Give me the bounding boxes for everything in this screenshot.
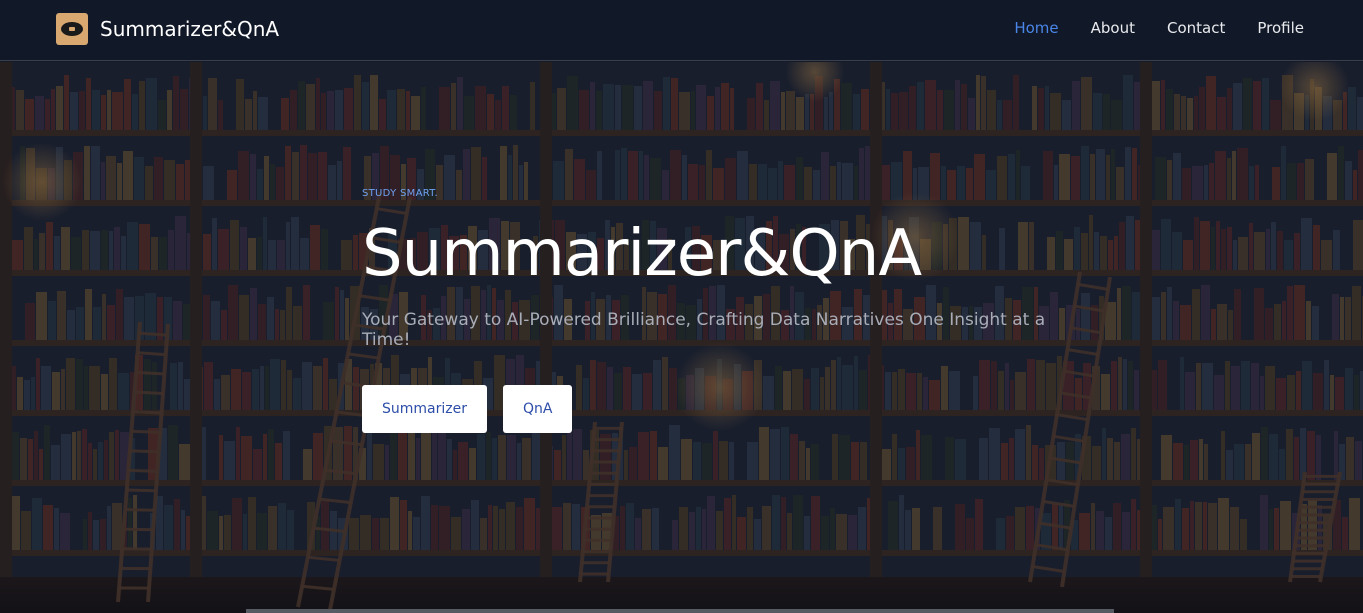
hero-content: STUDY SMART. Summarizer&QnA Your Gateway… bbox=[362, 188, 1062, 434]
nav-link-home[interactable]: Home bbox=[1014, 19, 1058, 37]
hero-eyebrow: STUDY SMART. bbox=[362, 188, 438, 199]
hero-subtitle: Your Gateway to AI-Powered Brilliance, C… bbox=[362, 310, 1046, 351]
hero-buttons: Summarizer QnA bbox=[362, 385, 1062, 434]
nav-link-contact[interactable]: Contact bbox=[1167, 19, 1225, 37]
qna-button[interactable]: QnA bbox=[502, 385, 573, 434]
nav-link-profile[interactable]: Profile bbox=[1257, 19, 1304, 37]
brand-name: Summarizer&QnA bbox=[100, 17, 280, 41]
brand-link[interactable]: Summarizer&QnA bbox=[56, 13, 279, 45]
summarizer-button[interactable]: Summarizer bbox=[362, 385, 487, 434]
scroll-indicator bbox=[246, 609, 1114, 613]
hero-section: STUDY SMART. Summarizer&QnA Your Gateway… bbox=[0, 62, 1363, 613]
nav-link-about[interactable]: About bbox=[1091, 19, 1135, 37]
logo-icon bbox=[56, 13, 88, 45]
nav-links: Home About Contact Profile bbox=[982, 19, 1304, 37]
hero-title: Summarizer&QnA bbox=[362, 217, 922, 291]
navbar: Summarizer&QnA Home About Contact Profil… bbox=[0, 0, 1363, 61]
